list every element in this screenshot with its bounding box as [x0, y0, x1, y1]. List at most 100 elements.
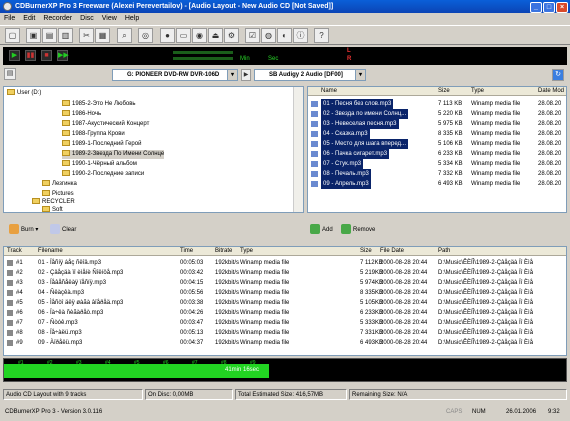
file-row[interactable]: 05 - Место для шага вперед... 5 106 KB Win…	[308, 139, 566, 149]
open-icon[interactable]: ▣	[26, 28, 41, 43]
tree-item[interactable]: 1985-2-Это Не Любовь	[62, 100, 136, 109]
burn-button[interactable]: Burn ▾	[9, 224, 38, 236]
drive-select[interactable]: G: PIONEER DVD-RW DVR-106D ▾	[112, 69, 238, 81]
settings-icon[interactable]: ⚙	[224, 28, 239, 43]
tree-item[interactable]: 1987-Акустический Концерт	[62, 120, 149, 129]
layout-status-bar: Audio CD Layout with 9 tracks On Disc: 0…	[0, 389, 570, 400]
menu-help[interactable]: Help	[121, 15, 143, 22]
col-filename[interactable]: Filename	[38, 247, 63, 256]
info-icon[interactable]: ⓘ	[293, 28, 308, 43]
stop-icon[interactable]: ■	[41, 50, 52, 61]
track-row[interactable]: #7 07 - Ñòóê.mp3 00:03:47 192kbit/s Winamp m…	[4, 318, 566, 328]
help-icon[interactable]: ?	[314, 28, 329, 43]
menu-recorder[interactable]: Recorder	[39, 15, 76, 22]
burn-icon	[9, 224, 19, 235]
pause-icon[interactable]: ▮▮	[25, 50, 36, 61]
add-button[interactable]: Add	[310, 224, 333, 236]
track-row[interactable]: #2 02 - Çâåçäà ïî èìåíè Ñîëíöå.mp3 00:03:4…	[4, 268, 566, 278]
menu-edit[interactable]: Edit	[19, 15, 39, 22]
col-size[interactable]: Size	[360, 247, 372, 256]
save-as-icon[interactable]: ▥	[58, 28, 73, 43]
file-row[interactable]: 07 - Стук.mp3 5 334 KB Winamp media file 28…	[308, 159, 566, 169]
menu-file[interactable]: File	[0, 15, 19, 22]
col-date[interactable]: Date Mod	[538, 87, 564, 96]
file-row[interactable]: 03 - Невеселая песня.mp3 5 975 KB Winamp m…	[308, 119, 566, 129]
file-date: 28.08.20	[538, 121, 562, 127]
col-path[interactable]: Path	[438, 247, 450, 256]
globe-icon[interactable]: ◍	[261, 28, 276, 43]
tree-item[interactable]: Лезгинка	[42, 180, 77, 189]
drive-info-icon[interactable]: ▤	[4, 68, 16, 80]
find-icon[interactable]: ⌕	[117, 28, 132, 43]
menu-disc[interactable]: Disc	[76, 15, 98, 22]
track-row[interactable]: #5 05 - Ìåñòî äëÿ øàãà âïåðåä.mp3 00:03:38…	[4, 298, 566, 308]
play-icon[interactable]: ▶	[9, 50, 20, 61]
col-type[interactable]: Type	[471, 87, 484, 96]
cd-icon[interactable]: ◉	[192, 28, 207, 43]
track-date: 2000-08-28 20:44	[380, 310, 428, 316]
tree-item[interactable]: 1986-Ночь	[62, 110, 101, 119]
file-row[interactable]: 09 - Апрель.mp3 6 493 KB Winamp media file…	[308, 179, 566, 189]
print-icon[interactable]: ▭	[176, 28, 191, 43]
burn-icon[interactable]: ●	[160, 28, 175, 43]
track-number: #4	[16, 290, 23, 296]
web-icon[interactable]: ◐	[277, 28, 292, 43]
col-track[interactable]: Track	[7, 247, 22, 256]
file-type: Winamp media file	[471, 151, 521, 157]
tree-item[interactable]: 1989-1-Последний Герой	[62, 140, 141, 149]
file-row[interactable]: 04 - Сказка.mp3 8 335 KB Winamp media file…	[308, 129, 566, 139]
file-row[interactable]: 08 - Печаль.mp3 7 332 KB Winamp media file…	[308, 169, 566, 179]
tree-item[interactable]: 1990-2-Последние записи	[62, 170, 144, 179]
checklist-icon[interactable]: ☑	[245, 28, 260, 43]
track-row[interactable]: #6 06 - Ïà÷êà ñèãàðåò.mp3 00:04:26 192kbit/…	[4, 308, 566, 318]
eject-icon[interactable]: ⏏	[208, 28, 223, 43]
clear-button[interactable]: Clear	[50, 224, 76, 236]
close-button[interactable]: ×	[556, 2, 568, 13]
col-bitrate[interactable]: Bitrate	[215, 247, 232, 256]
track-icon	[7, 320, 13, 326]
col-name[interactable]: Name	[321, 87, 337, 96]
track-filename: 09 - Àïðåëü.mp3	[38, 340, 83, 346]
version-text: CDBurnerXP Pro 3 - Version 3.0.116	[5, 409, 103, 415]
track-row[interactable]: #8 08 - Ïå÷àëü.mp3 00:05:13 192kbit/s Winamp…	[4, 328, 566, 338]
track-filename: 08 - Ïå÷àëü.mp3	[38, 330, 82, 336]
tree-root[interactable]: User (D:)	[7, 89, 41, 98]
save-icon[interactable]: ▤	[42, 28, 57, 43]
next-icon[interactable]: ▶▶	[57, 50, 69, 61]
tree-item-selected[interactable]: 1989-2-Звезда По Имени Солнце	[62, 150, 165, 159]
audio-file-icon	[311, 131, 318, 137]
menu-view[interactable]: View	[98, 15, 121, 22]
file-size: 5 975 KB	[438, 121, 463, 127]
soundcard-select[interactable]: SB Audigy 2 Audio [DF00] ▾	[254, 69, 366, 81]
file-row[interactable]: 06 - Пачка сигарет.mp3 6 233 KB Winamp med…	[308, 149, 566, 159]
col-type[interactable]: Type	[240, 247, 253, 256]
tree-item[interactable]: 1990-1-Чёрный альбом	[62, 160, 137, 169]
tree-item[interactable]: Soft	[42, 206, 63, 212]
track-icon	[7, 280, 13, 286]
file-row[interactable]: 01 - Песня без слов.mp3 7 113 KB Winamp me…	[308, 99, 566, 109]
chevron-down-icon[interactable]: ▾	[355, 70, 365, 80]
minimize-button[interactable]: _	[530, 2, 542, 13]
right-channel-label: R	[347, 56, 352, 62]
status-layout: Audio CD Layout with 9 tracks	[3, 389, 143, 400]
track-row[interactable]: #3 03 - Íåâåñåëàÿ ïåñíÿ.mp3 00:04:15 192kbi…	[4, 278, 566, 288]
tree-vertical-scrollbar[interactable]	[293, 87, 303, 212]
col-time[interactable]: Time	[180, 247, 193, 256]
disc-icon[interactable]: ◎	[138, 28, 153, 43]
file-row[interactable]: 02 - Звезда по имени Солнц... 5 220 KB Win…	[308, 109, 566, 119]
cut-icon[interactable]: ✂	[79, 28, 94, 43]
drive-arrow-icon[interactable]: ▶	[241, 69, 251, 81]
track-time: 00:03:42	[180, 270, 204, 276]
col-size[interactable]: Size	[438, 87, 450, 96]
copy-icon[interactable]: ▦	[95, 28, 110, 43]
track-row[interactable]: #9 09 - Àïðåëü.mp3 00:04:37 192kbit/s Winamp…	[4, 338, 566, 348]
tree-item[interactable]: 1988-Группа Крови	[62, 130, 125, 139]
remove-button[interactable]: Remove	[341, 224, 375, 236]
maximize-button[interactable]: □	[543, 2, 555, 13]
new-icon[interactable]: ▢	[5, 28, 20, 43]
chevron-down-icon[interactable]: ▾	[227, 70, 237, 80]
track-row[interactable]: #1 01 - Ïåñíÿ áåç ñëîâ.mp3 00:05:03 192kbit…	[4, 258, 566, 268]
track-row[interactable]: #4 04 - Ñêàçêà.mp3 00:05:56 192kbit/s Winamp…	[4, 288, 566, 298]
refresh-icon[interactable]: ↻	[552, 69, 564, 81]
col-filedate[interactable]: File Date	[380, 247, 404, 256]
